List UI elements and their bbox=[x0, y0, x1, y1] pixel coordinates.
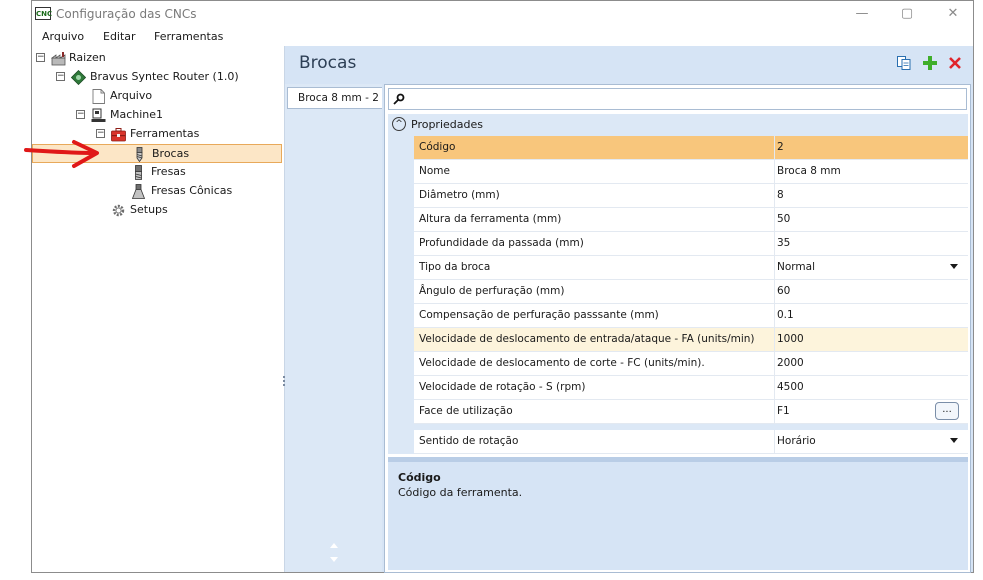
property-name: Sentido de rotação bbox=[419, 430, 775, 453]
end-mill-icon bbox=[135, 165, 142, 180]
property-value-dropdown[interactable]: Horário bbox=[777, 430, 962, 453]
conical-mill-icon bbox=[131, 184, 146, 199]
tree-label: Arquivo bbox=[110, 89, 153, 102]
property-value[interactable]: 2 bbox=[777, 136, 962, 159]
search-field[interactable] bbox=[409, 91, 953, 109]
property-name: Velocidade de rotação - S (rpm) bbox=[419, 376, 775, 399]
property-grid: ^ Propriedades Código 2 Nome Broca 8 mm … bbox=[388, 114, 968, 434]
property-row-angulo[interactable]: Ângulo de perfuração (mm) 60 bbox=[414, 280, 968, 304]
property-row-nome[interactable]: Nome Broca 8 mm bbox=[414, 160, 968, 184]
description-title: Código bbox=[398, 471, 441, 484]
property-row-velocidade-rotacao[interactable]: Velocidade de rotação - S (rpm) 4500 bbox=[414, 376, 968, 400]
property-search-input[interactable] bbox=[388, 88, 967, 110]
content-panel: Brocas Broca 8 mm - 2 ^ Propriedades Cód… bbox=[285, 46, 973, 573]
tree-item-fresas-conicas[interactable]: Fresas Cônicas bbox=[32, 182, 282, 201]
chevron-down-icon[interactable] bbox=[950, 264, 958, 269]
dropdown-value: Normal bbox=[777, 261, 815, 273]
gear-icon bbox=[112, 204, 125, 217]
tree-label: Fresas Cônicas bbox=[151, 184, 233, 197]
property-value[interactable]: 50 bbox=[777, 208, 962, 231]
property-row-sentido-rotacao[interactable]: Sentido de rotação Horário bbox=[414, 430, 968, 454]
category-label: Propriedades bbox=[411, 118, 483, 131]
face-value: F1 bbox=[777, 405, 790, 417]
tab-broca-8mm-2[interactable]: Broca 8 mm - 2 bbox=[287, 87, 382, 109]
property-value[interactable]: 4500 bbox=[777, 376, 962, 399]
property-row-velocidade-corte[interactable]: Velocidade de deslocamento de corte - FC… bbox=[414, 352, 968, 376]
property-name: Nome bbox=[419, 160, 775, 183]
property-value[interactable]: 0.1 bbox=[777, 304, 962, 327]
property-name: Ângulo de perfuração (mm) bbox=[419, 280, 775, 303]
property-grid-panel: ^ Propriedades Código 2 Nome Broca 8 mm … bbox=[384, 84, 971, 573]
property-name: Compensação de perfuração passsante (mm) bbox=[419, 304, 775, 327]
property-row-compensacao[interactable]: Compensação de perfuração passsante (mm)… bbox=[414, 304, 968, 328]
maximize-button[interactable]: ▢ bbox=[893, 5, 921, 23]
property-grid-last: Sentido de rotação Horário bbox=[388, 430, 968, 454]
toolbox-icon bbox=[111, 128, 126, 142]
description-panel: Código Código da ferramenta. bbox=[388, 462, 968, 570]
annotation-arrow-icon bbox=[24, 140, 99, 168]
ellipsis-button[interactable]: ... bbox=[935, 402, 959, 420]
property-name: Tipo da broca bbox=[419, 256, 775, 279]
main-window: CNC Configuração das CNCs — ▢ ✕ Arquivo … bbox=[31, 0, 974, 573]
property-name: Altura da ferramenta (mm) bbox=[419, 208, 775, 231]
property-name: Face de utilização bbox=[419, 400, 775, 423]
menu-ferramentas[interactable]: Ferramentas bbox=[154, 30, 223, 43]
copy-icon[interactable] bbox=[896, 55, 912, 71]
page-title: Brocas bbox=[299, 53, 357, 73]
property-row-profundidade[interactable]: Profundidade da passada (mm) 35 bbox=[414, 232, 968, 256]
property-row-velocidade-entrada[interactable]: Velocidade de deslocamento de entrada/at… bbox=[414, 328, 968, 352]
property-value[interactable]: 8 bbox=[777, 184, 962, 207]
property-name: Profundidade da passada (mm) bbox=[419, 232, 775, 255]
property-value[interactable]: 60 bbox=[777, 280, 962, 303]
tool-tabs: Broca 8 mm - 2 bbox=[285, 84, 382, 572]
property-name: Código bbox=[419, 136, 775, 159]
property-value[interactable]: 2000 bbox=[777, 352, 962, 375]
property-row-altura[interactable]: Altura da ferramenta (mm) 50 bbox=[414, 208, 968, 232]
property-row-face-utilizacao[interactable]: Face de utilização F1... bbox=[414, 400, 968, 424]
tree-label: Brocas bbox=[152, 147, 190, 160]
property-row-tipo-broca[interactable]: Tipo da broca Normal bbox=[414, 256, 968, 280]
plus-icon[interactable] bbox=[922, 55, 938, 71]
property-value-dropdown[interactable]: Normal bbox=[777, 256, 962, 279]
title-bar[interactable]: CNC Configuração das CNCs — ▢ ✕ bbox=[32, 1, 973, 28]
scroll-up-icon[interactable] bbox=[330, 542, 338, 548]
tree-label: Machine1 bbox=[110, 108, 164, 121]
property-row-codigo[interactable]: Código 2 bbox=[414, 136, 968, 160]
tree-label: Setups bbox=[130, 203, 168, 216]
collapse-icon[interactable]: ^ bbox=[392, 117, 406, 131]
dropdown-value: Horário bbox=[777, 435, 816, 447]
property-name: Velocidade de deslocamento de entrada/at… bbox=[419, 328, 775, 351]
tree-label: Bravus Syntec Router (1.0) bbox=[90, 70, 239, 83]
minimize-button[interactable]: — bbox=[848, 5, 876, 23]
close-icon[interactable] bbox=[947, 55, 963, 71]
drill-bit-icon bbox=[136, 147, 143, 162]
property-value[interactable]: Broca 8 mm bbox=[777, 160, 962, 183]
property-name: Velocidade de deslocamento de corte - FC… bbox=[419, 352, 775, 375]
tree-label: Ferramentas bbox=[130, 127, 200, 140]
property-value[interactable]: 35 bbox=[777, 232, 962, 255]
category-row[interactable]: ^ Propriedades bbox=[388, 114, 968, 136]
property-name: Diâmetro (mm) bbox=[419, 184, 775, 207]
description-text: Código da ferramenta. bbox=[398, 486, 523, 499]
property-row-diametro[interactable]: Diâmetro (mm) 8 bbox=[414, 184, 968, 208]
menu-bar: Arquivo Editar Ferramentas bbox=[32, 28, 973, 46]
tree-item-setups[interactable]: Setups bbox=[32, 201, 282, 220]
property-value[interactable]: F1... bbox=[777, 400, 962, 423]
chevron-down-icon[interactable] bbox=[950, 438, 958, 443]
property-value[interactable]: 1000 bbox=[777, 328, 962, 351]
search-icon bbox=[393, 93, 405, 105]
tree-label: Fresas bbox=[151, 165, 186, 178]
scroll-down-icon[interactable] bbox=[330, 557, 338, 563]
close-button[interactable]: ✕ bbox=[939, 5, 967, 23]
